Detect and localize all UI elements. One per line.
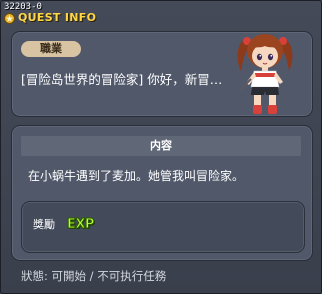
npc-character-image [237, 34, 293, 114]
quest-star-icon [4, 13, 15, 24]
job-tag: 職業 [21, 41, 81, 57]
exp-reward-icon: EXP [67, 217, 95, 233]
content-header: 内容 [21, 136, 301, 156]
quest-status: 狀態: 可開始 / 不可执行任務 [21, 269, 167, 283]
intro-text: [冒险岛世界的冒险家] 你好，新冒… [21, 72, 223, 87]
reward-box [21, 201, 305, 253]
reward-label: 獎勵 [33, 218, 55, 231]
window-title: QUEST INFO [18, 11, 97, 24]
quest-info-window: 32203-0 QUEST INFO 職業 [冒险岛世界的冒险家] 你好，新冒… [0, 0, 322, 294]
content-text: 在小蜗牛遇到了麦加。她管我叫冒险家。 [28, 169, 245, 183]
